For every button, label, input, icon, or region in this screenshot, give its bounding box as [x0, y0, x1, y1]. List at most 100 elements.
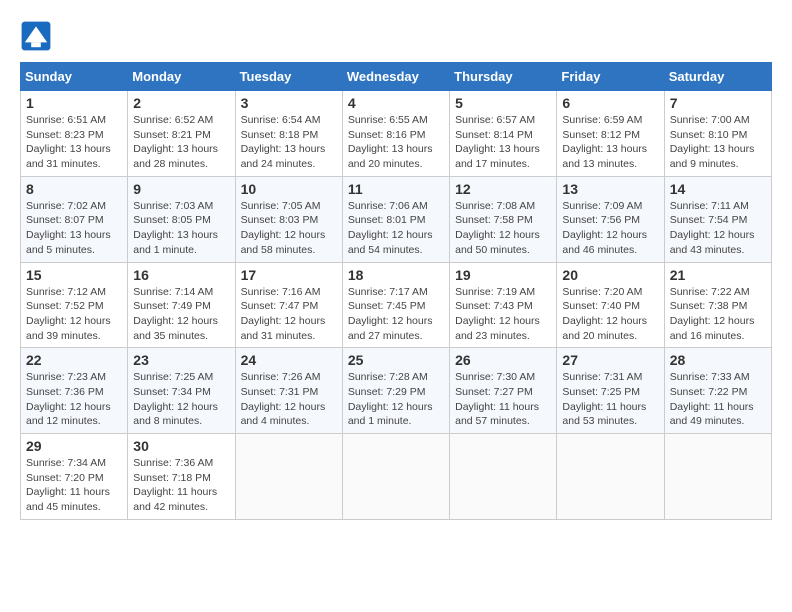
calendar-cell: 30 Sunrise: 7:36 AMSunset: 7:18 PMDaylig… [128, 434, 235, 520]
day-detail: Sunrise: 7:30 AMSunset: 7:27 PMDaylight:… [455, 370, 551, 429]
calendar-cell: 18 Sunrise: 7:17 AMSunset: 7:45 PMDaylig… [342, 262, 449, 348]
day-number: 22 [26, 352, 122, 368]
day-number: 15 [26, 267, 122, 283]
day-detail: Sunrise: 7:02 AMSunset: 8:07 PMDaylight:… [26, 199, 122, 258]
calendar-cell: 1 Sunrise: 6:51 AMSunset: 8:23 PMDayligh… [21, 91, 128, 177]
day-number: 13 [562, 181, 658, 197]
day-number: 28 [670, 352, 766, 368]
day-detail: Sunrise: 7:36 AMSunset: 7:18 PMDaylight:… [133, 456, 229, 515]
calendar-week-1: 1 Sunrise: 6:51 AMSunset: 8:23 PMDayligh… [21, 91, 772, 177]
day-detail: Sunrise: 7:17 AMSunset: 7:45 PMDaylight:… [348, 285, 444, 344]
day-detail: Sunrise: 7:16 AMSunset: 7:47 PMDaylight:… [241, 285, 337, 344]
calendar-cell [450, 434, 557, 520]
day-number: 12 [455, 181, 551, 197]
calendar-week-4: 22 Sunrise: 7:23 AMSunset: 7:36 PMDaylig… [21, 348, 772, 434]
calendar-cell: 9 Sunrise: 7:03 AMSunset: 8:05 PMDayligh… [128, 176, 235, 262]
day-number: 18 [348, 267, 444, 283]
day-number: 16 [133, 267, 229, 283]
day-detail: Sunrise: 6:59 AMSunset: 8:12 PMDaylight:… [562, 113, 658, 172]
day-detail: Sunrise: 7:14 AMSunset: 7:49 PMDaylight:… [133, 285, 229, 344]
day-number: 24 [241, 352, 337, 368]
calendar-cell: 6 Sunrise: 6:59 AMSunset: 8:12 PMDayligh… [557, 91, 664, 177]
calendar-cell: 4 Sunrise: 6:55 AMSunset: 8:16 PMDayligh… [342, 91, 449, 177]
day-number: 17 [241, 267, 337, 283]
day-detail: Sunrise: 7:34 AMSunset: 7:20 PMDaylight:… [26, 456, 122, 515]
calendar-cell: 28 Sunrise: 7:33 AMSunset: 7:22 PMDaylig… [664, 348, 771, 434]
day-number: 4 [348, 95, 444, 111]
day-number: 10 [241, 181, 337, 197]
day-number: 30 [133, 438, 229, 454]
day-detail: Sunrise: 7:09 AMSunset: 7:56 PMDaylight:… [562, 199, 658, 258]
day-number: 19 [455, 267, 551, 283]
day-number: 3 [241, 95, 337, 111]
header-row: SundayMondayTuesdayWednesdayThursdayFrid… [21, 63, 772, 91]
calendar-cell [664, 434, 771, 520]
day-detail: Sunrise: 7:03 AMSunset: 8:05 PMDaylight:… [133, 199, 229, 258]
calendar-body: 1 Sunrise: 6:51 AMSunset: 8:23 PMDayligh… [21, 91, 772, 520]
calendar-cell: 29 Sunrise: 7:34 AMSunset: 7:20 PMDaylig… [21, 434, 128, 520]
logo [20, 20, 56, 52]
day-number: 29 [26, 438, 122, 454]
day-detail: Sunrise: 7:20 AMSunset: 7:40 PMDaylight:… [562, 285, 658, 344]
weekday-header-sunday: Sunday [21, 63, 128, 91]
day-number: 9 [133, 181, 229, 197]
day-detail: Sunrise: 6:52 AMSunset: 8:21 PMDaylight:… [133, 113, 229, 172]
calendar-cell: 21 Sunrise: 7:22 AMSunset: 7:38 PMDaylig… [664, 262, 771, 348]
calendar-table: SundayMondayTuesdayWednesdayThursdayFrid… [20, 62, 772, 520]
day-number: 1 [26, 95, 122, 111]
logo-icon [20, 20, 52, 52]
calendar-cell: 26 Sunrise: 7:30 AMSunset: 7:27 PMDaylig… [450, 348, 557, 434]
day-number: 25 [348, 352, 444, 368]
calendar-cell: 14 Sunrise: 7:11 AMSunset: 7:54 PMDaylig… [664, 176, 771, 262]
day-detail: Sunrise: 7:33 AMSunset: 7:22 PMDaylight:… [670, 370, 766, 429]
calendar-cell: 22 Sunrise: 7:23 AMSunset: 7:36 PMDaylig… [21, 348, 128, 434]
day-number: 6 [562, 95, 658, 111]
weekday-header-wednesday: Wednesday [342, 63, 449, 91]
day-detail: Sunrise: 7:26 AMSunset: 7:31 PMDaylight:… [241, 370, 337, 429]
day-detail: Sunrise: 6:57 AMSunset: 8:14 PMDaylight:… [455, 113, 551, 172]
calendar-week-3: 15 Sunrise: 7:12 AMSunset: 7:52 PMDaylig… [21, 262, 772, 348]
calendar-week-2: 8 Sunrise: 7:02 AMSunset: 8:07 PMDayligh… [21, 176, 772, 262]
day-number: 26 [455, 352, 551, 368]
calendar-cell: 25 Sunrise: 7:28 AMSunset: 7:29 PMDaylig… [342, 348, 449, 434]
calendar-cell: 12 Sunrise: 7:08 AMSunset: 7:58 PMDaylig… [450, 176, 557, 262]
calendar-cell: 19 Sunrise: 7:19 AMSunset: 7:43 PMDaylig… [450, 262, 557, 348]
day-number: 27 [562, 352, 658, 368]
day-number: 23 [133, 352, 229, 368]
calendar-cell: 7 Sunrise: 7:00 AMSunset: 8:10 PMDayligh… [664, 91, 771, 177]
calendar-cell [557, 434, 664, 520]
calendar-cell [342, 434, 449, 520]
calendar-cell: 11 Sunrise: 7:06 AMSunset: 8:01 PMDaylig… [342, 176, 449, 262]
weekday-header-tuesday: Tuesday [235, 63, 342, 91]
day-detail: Sunrise: 7:05 AMSunset: 8:03 PMDaylight:… [241, 199, 337, 258]
day-number: 2 [133, 95, 229, 111]
calendar-cell: 5 Sunrise: 6:57 AMSunset: 8:14 PMDayligh… [450, 91, 557, 177]
day-detail: Sunrise: 7:22 AMSunset: 7:38 PMDaylight:… [670, 285, 766, 344]
day-detail: Sunrise: 7:08 AMSunset: 7:58 PMDaylight:… [455, 199, 551, 258]
calendar-header: SundayMondayTuesdayWednesdayThursdayFrid… [21, 63, 772, 91]
calendar-cell: 27 Sunrise: 7:31 AMSunset: 7:25 PMDaylig… [557, 348, 664, 434]
day-detail: Sunrise: 7:06 AMSunset: 8:01 PMDaylight:… [348, 199, 444, 258]
day-detail: Sunrise: 7:31 AMSunset: 7:25 PMDaylight:… [562, 370, 658, 429]
day-number: 21 [670, 267, 766, 283]
weekday-header-saturday: Saturday [664, 63, 771, 91]
day-detail: Sunrise: 6:55 AMSunset: 8:16 PMDaylight:… [348, 113, 444, 172]
calendar-cell: 2 Sunrise: 6:52 AMSunset: 8:21 PMDayligh… [128, 91, 235, 177]
calendar-cell: 24 Sunrise: 7:26 AMSunset: 7:31 PMDaylig… [235, 348, 342, 434]
calendar-cell: 15 Sunrise: 7:12 AMSunset: 7:52 PMDaylig… [21, 262, 128, 348]
day-detail: Sunrise: 7:11 AMSunset: 7:54 PMDaylight:… [670, 199, 766, 258]
calendar-cell: 16 Sunrise: 7:14 AMSunset: 7:49 PMDaylig… [128, 262, 235, 348]
day-number: 5 [455, 95, 551, 111]
calendar-cell: 17 Sunrise: 7:16 AMSunset: 7:47 PMDaylig… [235, 262, 342, 348]
day-number: 14 [670, 181, 766, 197]
weekday-header-friday: Friday [557, 63, 664, 91]
calendar-week-5: 29 Sunrise: 7:34 AMSunset: 7:20 PMDaylig… [21, 434, 772, 520]
calendar-cell: 10 Sunrise: 7:05 AMSunset: 8:03 PMDaylig… [235, 176, 342, 262]
header [20, 20, 772, 52]
day-detail: Sunrise: 7:19 AMSunset: 7:43 PMDaylight:… [455, 285, 551, 344]
calendar-cell: 13 Sunrise: 7:09 AMSunset: 7:56 PMDaylig… [557, 176, 664, 262]
weekday-header-monday: Monday [128, 63, 235, 91]
calendar-cell: 23 Sunrise: 7:25 AMSunset: 7:34 PMDaylig… [128, 348, 235, 434]
calendar-cell: 20 Sunrise: 7:20 AMSunset: 7:40 PMDaylig… [557, 262, 664, 348]
day-detail: Sunrise: 7:00 AMSunset: 8:10 PMDaylight:… [670, 113, 766, 172]
